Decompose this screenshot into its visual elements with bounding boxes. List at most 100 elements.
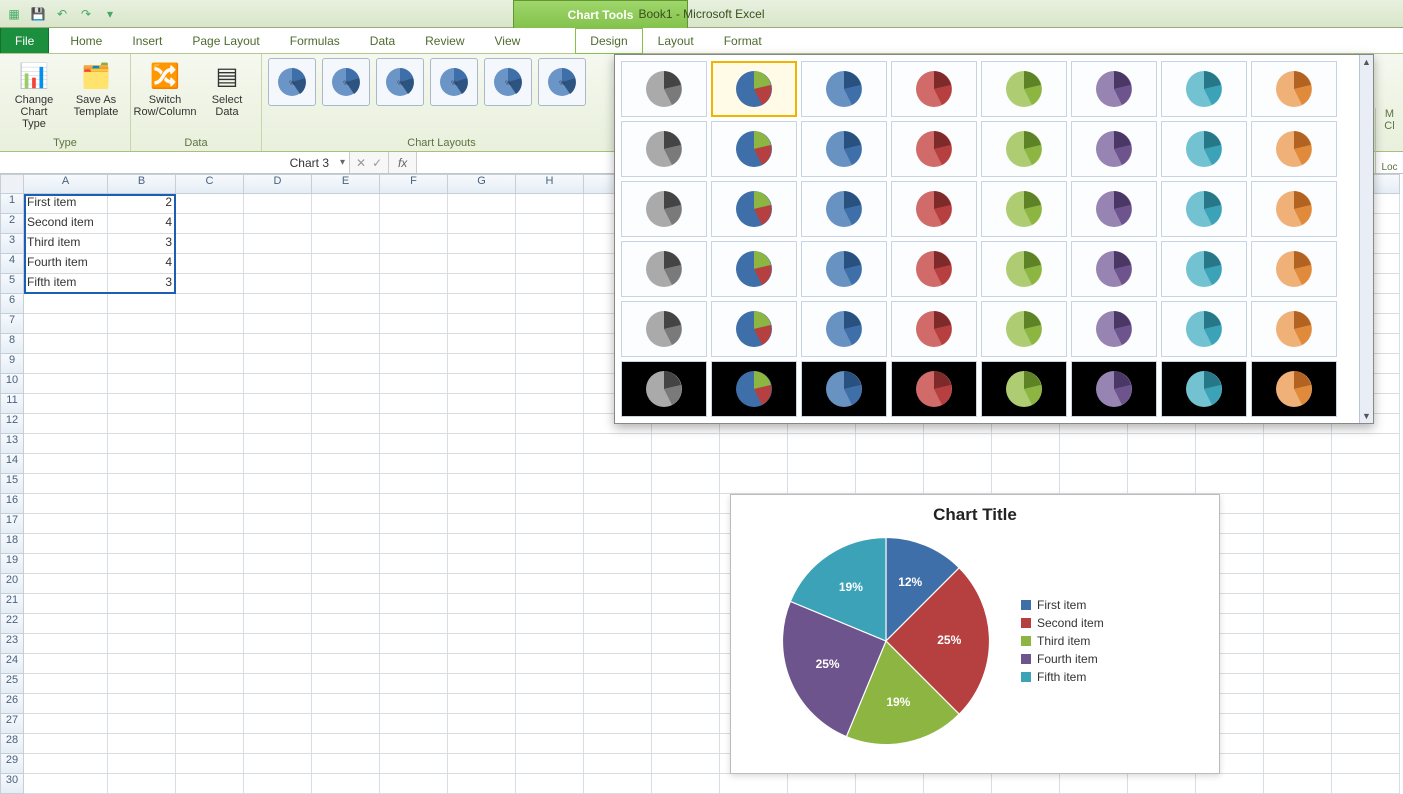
cell[interactable] xyxy=(448,354,516,374)
cell[interactable] xyxy=(108,434,176,454)
cell[interactable] xyxy=(1264,654,1332,674)
cell[interactable] xyxy=(380,314,448,334)
legend-item[interactable]: Second item xyxy=(1021,616,1104,630)
cell[interactable] xyxy=(244,374,312,394)
chart-style-thumb[interactable] xyxy=(1071,241,1157,297)
row-header[interactable]: 26 xyxy=(0,694,24,714)
cell[interactable] xyxy=(584,494,652,514)
cell[interactable] xyxy=(652,614,720,634)
cell[interactable] xyxy=(24,514,108,534)
cell[interactable] xyxy=(24,734,108,754)
cell[interactable] xyxy=(312,514,380,534)
cell[interactable] xyxy=(24,294,108,314)
cell[interactable] xyxy=(448,394,516,414)
cell[interactable] xyxy=(244,654,312,674)
cell[interactable] xyxy=(992,774,1060,794)
cell[interactable] xyxy=(108,454,176,474)
chart-layout-thumb[interactable]: % xyxy=(538,58,586,106)
cell[interactable] xyxy=(856,774,924,794)
column-header[interactable]: G xyxy=(448,174,516,194)
cell[interactable] xyxy=(380,734,448,754)
cell[interactable] xyxy=(652,754,720,774)
row-header[interactable]: 6 xyxy=(0,294,24,314)
cell[interactable]: First item xyxy=(24,194,108,214)
select-data-button[interactable]: ▤ Select Data xyxy=(199,58,255,120)
cell[interactable] xyxy=(244,274,312,294)
cell[interactable] xyxy=(244,734,312,754)
cell[interactable] xyxy=(584,694,652,714)
cell[interactable] xyxy=(244,574,312,594)
cell[interactable] xyxy=(24,594,108,614)
cell[interactable] xyxy=(448,694,516,714)
cell[interactable] xyxy=(380,714,448,734)
cell[interactable] xyxy=(652,434,720,454)
cell[interactable] xyxy=(24,434,108,454)
cell[interactable] xyxy=(1128,454,1196,474)
cell[interactable] xyxy=(176,514,244,534)
cell[interactable] xyxy=(1196,434,1264,454)
cell[interactable] xyxy=(24,554,108,574)
cell[interactable] xyxy=(244,394,312,414)
column-header[interactable]: D xyxy=(244,174,312,194)
cell[interactable] xyxy=(448,374,516,394)
cell[interactable] xyxy=(516,354,584,374)
cell[interactable] xyxy=(312,594,380,614)
cell[interactable] xyxy=(312,294,380,314)
chart-style-thumb[interactable] xyxy=(891,61,977,117)
cell[interactable] xyxy=(992,434,1060,454)
chart-style-thumb[interactable] xyxy=(1251,241,1337,297)
cell[interactable]: 4 xyxy=(108,254,176,274)
chart-style-thumb[interactable] xyxy=(981,121,1067,177)
cell[interactable]: Second item xyxy=(24,214,108,234)
cell[interactable] xyxy=(1332,574,1400,594)
chart-style-thumb[interactable] xyxy=(801,61,887,117)
cell[interactable] xyxy=(380,394,448,414)
cell[interactable] xyxy=(244,414,312,434)
cell[interactable] xyxy=(380,694,448,714)
chart-style-thumb[interactable] xyxy=(891,301,977,357)
cell[interactable] xyxy=(584,454,652,474)
row-header[interactable]: 25 xyxy=(0,674,24,694)
cell[interactable] xyxy=(788,474,856,494)
cell[interactable] xyxy=(1264,554,1332,574)
cell[interactable] xyxy=(516,554,584,574)
cell[interactable] xyxy=(176,694,244,714)
cell[interactable] xyxy=(24,694,108,714)
row-header[interactable]: 9 xyxy=(0,354,24,374)
chart-style-thumb[interactable] xyxy=(891,121,977,177)
cell[interactable] xyxy=(244,774,312,794)
cell[interactable] xyxy=(108,394,176,414)
row-header[interactable]: 1 xyxy=(0,194,24,214)
cell[interactable] xyxy=(312,234,380,254)
cell[interactable] xyxy=(1332,774,1400,794)
cell[interactable] xyxy=(108,294,176,314)
cell[interactable] xyxy=(108,754,176,774)
cell[interactable] xyxy=(244,554,312,574)
cell[interactable] xyxy=(448,454,516,474)
cell[interactable] xyxy=(176,254,244,274)
chart-style-thumb[interactable] xyxy=(981,301,1067,357)
cell[interactable] xyxy=(924,774,992,794)
save-as-template-button[interactable]: 🗂️ Save As Template xyxy=(68,58,124,120)
cell[interactable] xyxy=(176,354,244,374)
cell[interactable] xyxy=(1060,474,1128,494)
cell[interactable] xyxy=(720,434,788,454)
cell[interactable] xyxy=(1128,474,1196,494)
cell[interactable] xyxy=(448,494,516,514)
row-header[interactable]: 8 xyxy=(0,334,24,354)
row-header[interactable]: 29 xyxy=(0,754,24,774)
chart-style-thumb[interactable] xyxy=(711,121,797,177)
cell[interactable] xyxy=(652,514,720,534)
tab-layout[interactable]: Layout xyxy=(643,28,709,53)
cell[interactable] xyxy=(448,774,516,794)
cell[interactable] xyxy=(1196,774,1264,794)
cell[interactable] xyxy=(584,614,652,634)
cell[interactable] xyxy=(380,234,448,254)
cell[interactable] xyxy=(652,654,720,674)
chart-style-thumb[interactable] xyxy=(981,181,1067,237)
cell[interactable] xyxy=(1196,454,1264,474)
cell[interactable] xyxy=(448,614,516,634)
cell[interactable] xyxy=(312,654,380,674)
cell[interactable] xyxy=(24,374,108,394)
cell[interactable] xyxy=(176,474,244,494)
